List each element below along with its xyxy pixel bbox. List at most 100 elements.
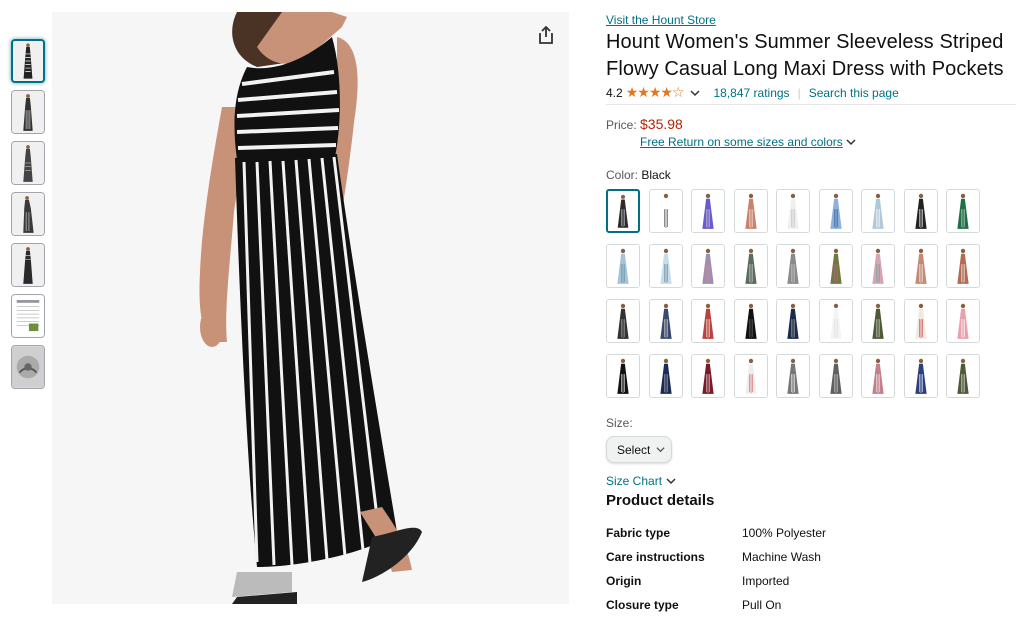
color-swatch[interactable] [691, 189, 725, 233]
details-row: Fabric type 100% Polyester [606, 521, 1016, 545]
chevron-down-icon [656, 447, 665, 453]
price-value: $35.98 [640, 116, 683, 132]
thumbnail-7-video[interactable] [11, 345, 45, 389]
search-page-link[interactable]: Search this page [809, 86, 899, 100]
chevron-down-icon [846, 139, 856, 146]
dress-swatch-icon [649, 190, 682, 232]
color-swatch[interactable] [606, 354, 640, 398]
color-swatch[interactable] [606, 244, 640, 288]
free-return-label: Free Return on some sizes and colors [640, 135, 843, 149]
product-details-heading: Product details [606, 492, 715, 509]
details-row: Origin Imported [606, 569, 1016, 593]
star-icon: ★ [660, 84, 673, 100]
dress-swatch-icon [649, 245, 682, 287]
details-key: Fabric type [606, 526, 671, 540]
share-icon[interactable] [536, 25, 556, 45]
color-swatch[interactable] [818, 354, 853, 398]
color-swatch[interactable] [903, 244, 938, 288]
star-icon: ★ [625, 84, 639, 100]
thumbnail-5[interactable] [11, 243, 45, 287]
color-swatch[interactable] [903, 354, 938, 398]
color-swatch[interactable] [903, 299, 938, 343]
details-value: Imported [742, 574, 790, 588]
visit-store-link[interactable]: Visit the Hount Store [606, 12, 1016, 28]
dress-swatch-icon [819, 355, 852, 397]
color-swatch[interactable] [861, 299, 895, 343]
dress-swatch-icon [862, 300, 894, 342]
color-swatch[interactable] [691, 299, 725, 343]
dress-swatch-icon [947, 190, 979, 232]
color-swatch[interactable] [946, 244, 980, 288]
dress-swatch-icon [777, 300, 809, 342]
dress-swatch-icon [904, 300, 937, 342]
color-swatch[interactable] [776, 189, 810, 233]
color-swatch[interactable] [946, 354, 980, 398]
star-icon: ★ [637, 84, 650, 100]
color-swatch[interactable] [903, 189, 938, 233]
color-swatch[interactable] [818, 299, 853, 343]
color-swatch[interactable] [691, 244, 725, 288]
main-product-image[interactable] [52, 12, 569, 604]
color-swatch[interactable] [861, 354, 895, 398]
dress-swatch-icon [947, 245, 979, 287]
dress-swatch-icon [777, 190, 809, 232]
product-details-table: Fabric type 100% Polyester Care instruct… [606, 521, 1016, 617]
color-swatch[interactable] [776, 354, 810, 398]
free-return-link[interactable]: Free Return on some sizes and colors [640, 135, 1016, 149]
size-select[interactable]: Select [606, 436, 672, 463]
size-chart-label: Size Chart [606, 474, 663, 488]
thumbnail-list [11, 39, 47, 396]
color-swatch[interactable] [648, 354, 683, 398]
dress-swatch-icon [607, 355, 639, 397]
color-swatch[interactable] [733, 354, 768, 398]
color-swatch[interactable] [648, 189, 683, 233]
dress-swatch-icon [608, 191, 638, 231]
size-chart-link[interactable]: Size Chart [606, 474, 1016, 488]
dress-swatch-icon [692, 300, 724, 342]
dress-swatch-icon [819, 190, 852, 232]
dress-photo [52, 12, 569, 604]
dress-swatch-icon [819, 300, 852, 342]
color-swatch[interactable] [648, 299, 683, 343]
color-swatch[interactable] [733, 189, 768, 233]
dress-swatch-icon [904, 245, 937, 287]
thumbnail-1[interactable] [11, 39, 45, 83]
color-swatch[interactable] [818, 244, 853, 288]
color-swatch[interactable] [733, 299, 768, 343]
dress-swatch-icon [947, 355, 979, 397]
color-swatch[interactable] [861, 189, 895, 233]
product-title: Hount Women's Summer Sleeveless Striped … [606, 31, 1004, 80]
color-swatch[interactable] [691, 354, 725, 398]
dress-swatch-icon [734, 190, 767, 232]
rating-row: 4.2 ★ ★ ★ ★ ☆ 18,847 ratings | Search th… [606, 84, 1016, 105]
ratings-count-link[interactable]: 18,847 ratings [714, 86, 790, 100]
details-value: 100% Polyester [742, 526, 827, 540]
star-outline-icon: ☆ [671, 84, 685, 100]
dress-swatch-icon [947, 300, 979, 342]
dress-swatch-icon [777, 355, 809, 397]
dress-swatch-icon [904, 190, 937, 232]
color-swatch[interactable] [818, 189, 853, 233]
dress-swatch-icon [777, 245, 809, 287]
color-swatch[interactable] [733, 244, 768, 288]
star-rating[interactable]: ★ ★ ★ ★ ☆ [625, 84, 685, 101]
color-swatch[interactable] [648, 244, 683, 288]
chevron-down-icon[interactable] [689, 88, 700, 98]
dress-swatch-icon [734, 355, 767, 397]
thumbnail-4[interactable] [11, 192, 45, 236]
dress-swatch-icon [649, 300, 682, 342]
color-swatch[interactable] [776, 299, 810, 343]
dress-swatch-icon [904, 355, 937, 397]
color-swatch[interactable] [776, 244, 810, 288]
details-row: Closure type Pull On [606, 593, 1016, 617]
thumbnail-6-size-chart[interactable] [11, 294, 45, 338]
size-select-value: Select [617, 442, 651, 457]
color-swatch[interactable] [946, 189, 980, 233]
color-swatch[interactable] [946, 299, 980, 343]
thumbnail-3[interactable] [11, 141, 45, 185]
separator: | [797, 85, 801, 100]
color-swatch[interactable] [606, 189, 640, 233]
color-swatch[interactable] [861, 244, 895, 288]
color-swatch[interactable] [606, 299, 640, 343]
thumbnail-2[interactable] [11, 90, 45, 134]
